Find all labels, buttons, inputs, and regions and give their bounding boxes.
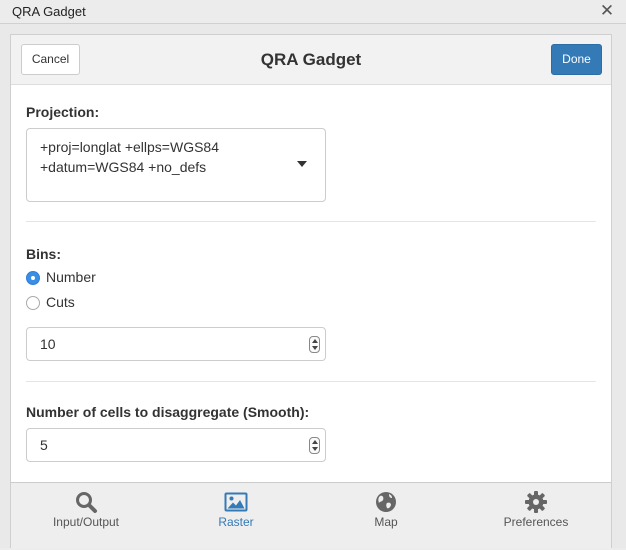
app-window: QRA Gadget ✕ Cancel QRA Gadget Done Proj… [0, 0, 626, 549]
smooth-label: Number of cells to disaggregate (Smooth)… [26, 404, 310, 420]
smooth-number-value: 5 [40, 437, 48, 453]
tab-raster[interactable]: Raster [196, 483, 276, 550]
radio-button-checked[interactable] [26, 271, 40, 285]
bottom-tab-bar: Input/Output Raster Map Preferences [11, 482, 611, 549]
globe-icon [376, 492, 396, 512]
image-icon [224, 492, 248, 512]
tab-input-output[interactable]: Input/Output [36, 483, 136, 550]
number-stepper[interactable] [309, 336, 320, 353]
done-button[interactable]: Done [551, 44, 602, 75]
gadget-title: QRA Gadget [260, 50, 362, 69]
tab-label-preferences: Preferences [503, 515, 569, 529]
smooth-number-input[interactable]: 5 [26, 428, 326, 462]
bins-label: Bins: [26, 246, 61, 262]
tab-label-map: Map [374, 515, 398, 529]
projection-value-line-1: +proj=longlat +ellps=WGS84 [40, 139, 219, 155]
gadget-header: Cancel QRA Gadget Done [11, 35, 611, 85]
bins-number-input[interactable]: 10 [26, 327, 326, 361]
window-titlebar: QRA Gadget ✕ [0, 0, 626, 24]
radio-label-cuts: Cuts [46, 294, 75, 310]
projection-label: Projection: [26, 104, 100, 120]
number-stepper[interactable] [309, 437, 320, 454]
search-icon [76, 492, 97, 513]
window-title: QRA Gadget [12, 4, 86, 19]
gadget-content: Projection: +proj=longlat +ellps=WGS84 +… [11, 86, 611, 482]
radio-label-number: Number [46, 269, 96, 285]
caret-down-icon [297, 161, 307, 167]
close-icon[interactable]: ✕ [598, 1, 616, 21]
projection-select[interactable]: +proj=longlat +ellps=WGS84 +datum=WGS84 … [26, 128, 326, 202]
bins-number-value: 10 [40, 336, 56, 352]
gadget-panel: Cancel QRA Gadget Done Projection: +proj… [10, 34, 612, 549]
tab-preferences[interactable]: Preferences [486, 483, 586, 550]
divider [26, 381, 596, 382]
radio-button-unchecked[interactable] [26, 296, 40, 310]
gear-icon [525, 491, 547, 513]
tab-label-raster: Raster [218, 515, 254, 529]
tab-label-input-output: Input/Output [52, 515, 120, 529]
projection-value-line-2: +datum=WGS84 +no_defs [40, 159, 207, 175]
tab-map[interactable]: Map [346, 483, 426, 550]
divider [26, 221, 596, 222]
